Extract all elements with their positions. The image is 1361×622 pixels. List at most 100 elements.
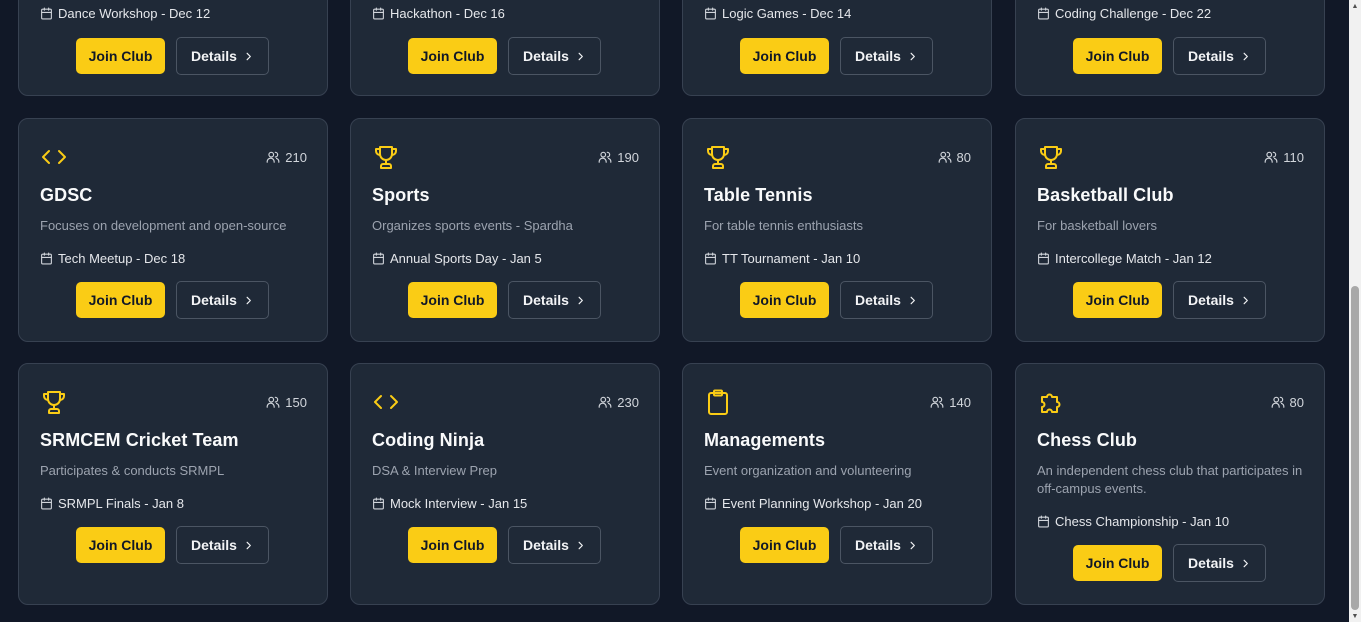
member-count: 80 bbox=[1271, 395, 1304, 410]
clubs-page: Dance Workshop - Dec 12 Join Club Detail… bbox=[0, 0, 1361, 622]
calendar-icon bbox=[41, 497, 52, 510]
details-label: Details bbox=[191, 48, 237, 64]
trophy-icon bbox=[1037, 143, 1065, 171]
join-club-button[interactable]: Join Club bbox=[408, 38, 497, 74]
details-button[interactable]: Details bbox=[176, 526, 269, 564]
details-button[interactable]: Details bbox=[508, 281, 601, 319]
details-button[interactable]: Details bbox=[508, 37, 601, 75]
code-icon bbox=[372, 388, 400, 416]
details-label: Details bbox=[855, 48, 901, 64]
details-button[interactable]: Details bbox=[176, 281, 269, 319]
club-event-text: Hackathon - Dec 16 bbox=[390, 6, 505, 21]
club-description: For table tennis enthusiasts bbox=[704, 218, 863, 233]
member-count-value: 110 bbox=[1283, 149, 1304, 165]
club-event-text: Chess Championship - Jan 10 bbox=[1055, 514, 1230, 529]
details-button[interactable]: Details bbox=[508, 526, 601, 564]
details-button[interactable]: Details bbox=[1173, 37, 1266, 75]
chevron-right-icon bbox=[910, 296, 915, 304]
details-label: Details bbox=[191, 537, 237, 553]
details-button[interactable]: Details bbox=[840, 526, 933, 564]
club-description: Focuses on development and open-source bbox=[40, 218, 287, 233]
club-description: An independent chess club that participa… bbox=[1037, 463, 1303, 496]
club-event-text: Coding Challenge - Dec 22 bbox=[1055, 6, 1212, 21]
join-club-button[interactable]: Join Club bbox=[76, 38, 165, 74]
trophy-icon bbox=[372, 143, 400, 171]
club-event: Annual Sports Day - Jan 5 bbox=[372, 251, 542, 266]
chevron-right-icon bbox=[578, 296, 583, 304]
club-event: Coding Challenge - Dec 22 bbox=[1037, 6, 1211, 21]
club-event: Dance Workshop - Dec 12 bbox=[40, 6, 210, 21]
club-event: Hackathon - Dec 16 bbox=[372, 6, 505, 21]
club-event-text: Tech Meetup - Dec 18 bbox=[58, 251, 186, 266]
users-icon bbox=[1271, 396, 1284, 408]
club-title: Managements bbox=[704, 430, 826, 450]
details-label: Details bbox=[191, 292, 237, 308]
details-button[interactable]: Details bbox=[1173, 281, 1266, 319]
member-count-value: 80 bbox=[1289, 394, 1304, 410]
club-card: 210 GDSC Focuses on development and open… bbox=[18, 118, 328, 342]
club-event-text: TT Tournament - Jan 10 bbox=[722, 251, 861, 266]
vertical-scrollbar[interactable]: ▲ ▼ bbox=[1349, 0, 1361, 622]
calendar-icon bbox=[705, 252, 716, 265]
scroll-up-arrow-icon[interactable]: ▲ bbox=[1351, 1, 1359, 11]
chevron-right-icon bbox=[246, 296, 251, 304]
member-count: 140 bbox=[930, 395, 971, 410]
details-label: Details bbox=[855, 537, 901, 553]
join-club-button[interactable]: Join Club bbox=[740, 38, 829, 74]
users-icon bbox=[938, 151, 951, 163]
club-description: Participates & conducts SRMPL bbox=[40, 463, 225, 478]
club-card: Hackathon - Dec 16 Join Club Details bbox=[350, 0, 660, 96]
club-card: 150 SRMCEM Cricket Team Participates & c… bbox=[18, 363, 328, 605]
join-club-button[interactable]: Join Club bbox=[740, 527, 829, 563]
member-count: 230 bbox=[598, 395, 639, 410]
details-label: Details bbox=[1188, 292, 1234, 308]
users-icon bbox=[266, 396, 280, 408]
member-count-value: 150 bbox=[285, 394, 307, 410]
users-icon bbox=[266, 151, 280, 163]
club-event: Event Planning Workshop - Jan 20 bbox=[704, 496, 922, 511]
join-club-button[interactable]: Join Club bbox=[408, 527, 497, 563]
chevron-right-icon bbox=[910, 52, 915, 60]
join-club-button[interactable]: Join Club bbox=[740, 282, 829, 318]
details-button[interactable]: Details bbox=[176, 37, 269, 75]
club-event-text: Event Planning Workshop - Jan 20 bbox=[722, 496, 922, 511]
join-club-button[interactable]: Join Club bbox=[1073, 545, 1162, 581]
join-club-button[interactable]: Join Club bbox=[1073, 38, 1162, 74]
club-event: Logic Games - Dec 14 bbox=[704, 6, 851, 21]
users-icon bbox=[598, 396, 612, 408]
club-title: Table Tennis bbox=[704, 185, 813, 205]
club-event: TT Tournament - Jan 10 bbox=[704, 251, 860, 266]
club-title: Chess Club bbox=[1037, 430, 1138, 450]
details-button[interactable]: Details bbox=[840, 281, 933, 319]
member-count: 110 bbox=[1264, 150, 1304, 165]
scrollbar-thumb[interactable] bbox=[1351, 286, 1359, 610]
calendar-icon bbox=[1038, 7, 1049, 20]
club-event: Tech Meetup - Dec 18 bbox=[40, 251, 185, 266]
calendar-icon bbox=[1038, 252, 1049, 265]
clipboard-icon bbox=[704, 388, 732, 416]
club-event: Chess Championship - Jan 10 bbox=[1037, 514, 1229, 529]
join-club-button[interactable]: Join Club bbox=[76, 282, 165, 318]
join-club-button[interactable]: Join Club bbox=[76, 527, 165, 563]
club-description: Event organization and volunteering bbox=[704, 463, 912, 478]
club-card: 140 Managements Event organization and v… bbox=[682, 363, 992, 605]
club-event-text: Annual Sports Day - Jan 5 bbox=[390, 251, 542, 266]
join-club-button[interactable]: Join Club bbox=[1073, 282, 1162, 318]
chevron-right-icon bbox=[246, 52, 251, 60]
member-count-value: 190 bbox=[617, 149, 639, 165]
member-count: 190 bbox=[598, 150, 639, 165]
club-description: Organizes sports events - Spardha bbox=[372, 218, 573, 233]
puzzle-icon bbox=[1037, 388, 1065, 416]
calendar-icon bbox=[705, 7, 716, 20]
details-label: Details bbox=[523, 537, 569, 553]
calendar-icon bbox=[373, 7, 384, 20]
details-button[interactable]: Details bbox=[840, 37, 933, 75]
club-event: Intercollege Match - Jan 12 bbox=[1037, 251, 1212, 266]
join-club-button[interactable]: Join Club bbox=[408, 282, 497, 318]
details-button[interactable]: Details bbox=[1173, 544, 1266, 582]
member-count: 80 bbox=[938, 150, 971, 165]
club-event-text: Dance Workshop - Dec 12 bbox=[58, 6, 211, 21]
club-title: Coding Ninja bbox=[372, 430, 485, 450]
scroll-down-arrow-icon[interactable]: ▼ bbox=[1351, 611, 1359, 621]
member-count-value: 140 bbox=[949, 394, 971, 410]
